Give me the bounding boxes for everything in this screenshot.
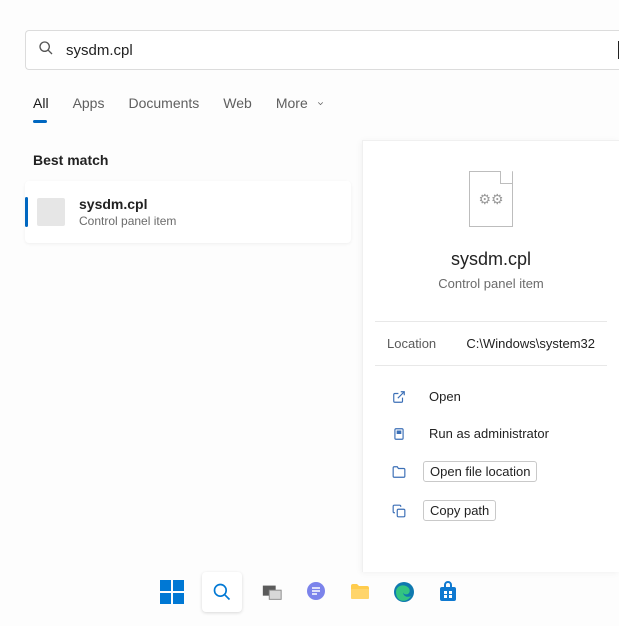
- details-panel: ⚙⚙ sysdm.cpl Control panel item Location…: [362, 140, 619, 572]
- action-copy-path-label: Copy path: [423, 500, 496, 521]
- action-run-admin-label: Run as administrator: [423, 424, 555, 443]
- chat-icon: [304, 580, 328, 604]
- shield-icon: [391, 427, 407, 441]
- details-subtitle: Control panel item: [438, 276, 544, 291]
- action-copy-path[interactable]: Copy path: [387, 493, 595, 528]
- result-title: sysdm.cpl: [79, 196, 176, 212]
- result-text: sysdm.cpl Control panel item: [79, 196, 176, 228]
- taskbar-store[interactable]: [434, 578, 462, 606]
- windows-logo-icon: [160, 580, 184, 604]
- details-header: ⚙⚙ sysdm.cpl Control panel item: [363, 141, 619, 291]
- tab-documents[interactable]: Documents: [128, 95, 199, 119]
- section-best-match: Best match: [33, 152, 108, 168]
- taskbar-chat[interactable]: [302, 578, 330, 606]
- edge-icon: [392, 580, 416, 604]
- open-icon: [391, 390, 407, 404]
- search-input[interactable]: sysdm.cpl: [66, 42, 619, 59]
- copy-icon: [391, 504, 407, 518]
- gears-icon: ⚙⚙: [478, 194, 503, 204]
- taskbar-taskview[interactable]: [258, 578, 286, 606]
- tab-all[interactable]: All: [33, 95, 49, 119]
- action-run-admin[interactable]: Run as administrator: [387, 417, 595, 450]
- store-icon: [436, 580, 460, 604]
- taskbar-start[interactable]: [158, 578, 186, 606]
- folder-icon: [391, 465, 407, 479]
- search-icon: [38, 40, 54, 61]
- location-label: Location: [387, 336, 436, 351]
- actions-list: Open Run as administrator Open file loca…: [363, 366, 619, 528]
- taskbar-search[interactable]: [202, 572, 242, 612]
- chevron-down-icon: [316, 95, 325, 111]
- tab-web[interactable]: Web: [223, 95, 252, 119]
- location-row: Location C:\Windows\system32: [363, 322, 619, 365]
- result-file-icon: [37, 198, 65, 226]
- result-subtitle: Control panel item: [79, 214, 176, 228]
- details-title: sysdm.cpl: [451, 249, 531, 270]
- search-icon: [212, 582, 232, 602]
- file-icon: ⚙⚙: [469, 171, 513, 227]
- action-open-location-label: Open file location: [423, 461, 537, 482]
- tab-more[interactable]: More: [276, 95, 325, 119]
- location-value: C:\Windows\system32: [466, 336, 595, 351]
- tab-apps[interactable]: Apps: [73, 95, 105, 119]
- tab-more-label: More: [276, 95, 308, 111]
- result-item[interactable]: sysdm.cpl Control panel item: [25, 181, 351, 243]
- action-open-label: Open: [423, 387, 467, 406]
- search-box[interactable]: sysdm.cpl: [25, 30, 619, 70]
- taskbar-edge[interactable]: [390, 578, 418, 606]
- taskbar: [0, 568, 619, 616]
- taskbar-explorer[interactable]: [346, 578, 374, 606]
- filter-tabs: All Apps Documents Web More: [33, 95, 325, 119]
- action-open[interactable]: Open: [387, 380, 595, 413]
- folder-icon: [348, 580, 372, 604]
- taskview-icon: [261, 581, 283, 603]
- action-open-location[interactable]: Open file location: [387, 454, 595, 489]
